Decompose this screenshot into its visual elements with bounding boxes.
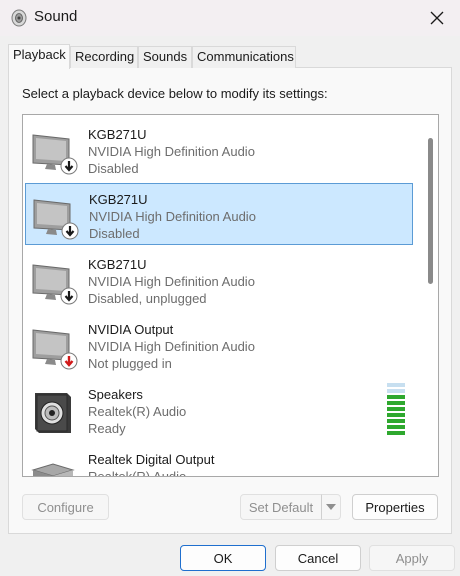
ok-button[interactable]: OK: [180, 545, 266, 571]
cancel-button[interactable]: Cancel: [275, 545, 361, 571]
level-segment: [387, 389, 405, 393]
device-item[interactable]: NVIDIA Output NVIDIA High Definition Aud…: [25, 314, 413, 376]
device-name: KGB271U: [88, 257, 147, 272]
tab-playback[interactable]: Playback: [8, 44, 70, 69]
volume-level-meter: [387, 383, 405, 435]
chevron-down-icon: [326, 504, 336, 510]
device-driver: Realtek(R) Audio: [88, 469, 187, 477]
monitor-icon: [32, 329, 78, 370]
speaker-icon: [11, 9, 27, 27]
level-segment: [387, 407, 405, 411]
device-status: Disabled, unplugged: [88, 291, 207, 306]
device-name: NVIDIA Output: [88, 322, 174, 337]
device-item[interactable]: Speakers Realtek(R) Audio Ready: [25, 379, 413, 441]
device-status: Not plugged in: [88, 356, 172, 371]
device-name: KGB271U: [89, 192, 148, 207]
level-segment: [387, 431, 405, 435]
window-title: Sound: [34, 8, 78, 25]
level-segment: [387, 395, 405, 399]
device-driver: NVIDIA High Definition Audio: [88, 144, 255, 159]
monitor-icon: [33, 199, 79, 240]
tab-sounds[interactable]: Sounds: [138, 46, 192, 68]
properties-button[interactable]: Properties: [352, 494, 438, 520]
device-driver: NVIDIA High Definition Audio: [89, 209, 256, 224]
close-button[interactable]: [414, 0, 460, 36]
tab-communications[interactable]: Communications: [192, 46, 296, 68]
instruction-text: Select a playback device below to modify…: [22, 86, 328, 101]
monitor-icon: [32, 264, 78, 305]
device-item[interactable]: Realtek Digital Output Realtek(R) Audio: [25, 444, 413, 477]
set-default-dropdown-button[interactable]: [321, 494, 341, 520]
level-segment: [387, 425, 405, 429]
set-default-button[interactable]: Set Default: [240, 494, 322, 520]
device-driver: Realtek(R) Audio: [88, 404, 187, 419]
tab-recording[interactable]: Recording: [70, 46, 138, 68]
device-status: Ready: [88, 421, 126, 436]
device-item-selected[interactable]: KGB271U NVIDIA High Definition Audio Dis…: [25, 183, 413, 245]
device-item[interactable]: KGB271U NVIDIA High Definition Audio Dis…: [25, 249, 413, 311]
device-status: Disabled: [89, 226, 140, 241]
close-icon: [430, 11, 444, 25]
device-status: Disabled: [88, 161, 139, 176]
speaker-box-icon: [35, 393, 71, 433]
list-scrollbar[interactable]: [425, 116, 437, 475]
playback-device-list[interactable]: KGB271U NVIDIA High Definition Audio Dis…: [22, 114, 439, 477]
device-driver: NVIDIA High Definition Audio: [88, 339, 255, 354]
device-item[interactable]: KGB271U NVIDIA High Definition Audio Dis…: [25, 119, 413, 181]
apply-button[interactable]: Apply: [369, 545, 455, 571]
title-bar: Sound: [0, 0, 460, 36]
device-name: Speakers: [88, 387, 143, 402]
digital-output-icon: [31, 463, 75, 476]
monitor-icon: [32, 134, 78, 175]
level-segment: [387, 401, 405, 405]
device-driver: NVIDIA High Definition Audio: [88, 274, 255, 289]
configure-button[interactable]: Configure: [22, 494, 109, 520]
level-segment: [387, 383, 405, 387]
level-segment: [387, 413, 405, 417]
device-name: KGB271U: [88, 127, 147, 142]
level-segment: [387, 419, 405, 423]
device-name: Realtek Digital Output: [88, 452, 215, 467]
scrollbar-thumb[interactable]: [428, 138, 433, 284]
